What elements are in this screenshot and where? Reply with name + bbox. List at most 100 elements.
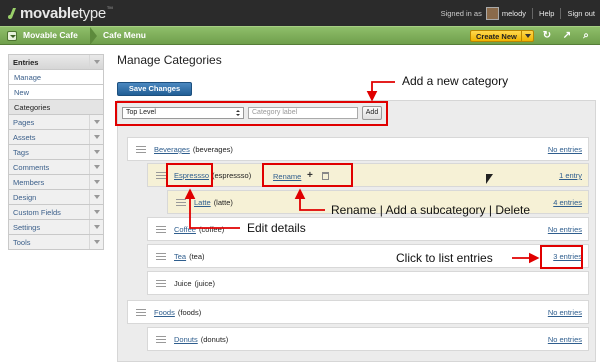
category-name: Juice [174,279,192,288]
category-row[interactable]: Donuts (donuts) No entries [147,327,589,351]
search-icon[interactable]: ⌕ [580,30,592,42]
entries-count-link[interactable]: No entries [548,308,582,317]
create-new-button[interactable]: Create New [470,30,534,42]
chevron-down-icon[interactable] [89,130,103,144]
entries-count-link[interactable]: 4 entries [553,198,582,207]
blog-name[interactable]: Movable Cafe [23,30,78,40]
view-site-icon[interactable]: ↗ [561,30,573,42]
entries-count-link[interactable]: 1 entry [559,171,582,180]
site-name[interactable]: Cafe Menu [103,30,146,40]
sidebar-subitem-label: Manage [14,73,42,82]
chevron-down-icon[interactable] [89,235,103,249]
sidebar-subitem-manage[interactable]: Manage [8,70,104,85]
breadcrumb-arrow-icon [90,27,97,45]
sidebar-item-assets[interactable]: Assets [8,130,104,145]
sidebar-item-settings[interactable]: Settings [8,220,104,235]
category-basename: (coffee) [198,225,225,234]
entries-count-link[interactable]: No entries [548,225,582,234]
category-basename: (beverages) [192,145,233,154]
drag-handle-icon[interactable] [156,226,166,233]
movabletype-logo[interactable]: movabletype TM [7,4,113,22]
signed-in-label: Signed in as [440,8,482,18]
chevron-down-icon[interactable] [89,175,103,189]
chevron-down-icon[interactable] [89,190,103,204]
entries-count-link[interactable]: No entries [548,145,582,154]
annotation-edit-details: Edit details [247,221,306,235]
sidebar: Entries Manage New Categories Pages Asse… [8,54,104,250]
category-row[interactable]: Espressso (espressso) 1 entry [147,163,589,187]
sidebar-item-design[interactable]: Design [8,190,104,205]
category-basename: (latte) [213,198,233,207]
sidebar-item-label: Tools [13,238,31,247]
sidebar-item-label: Members [13,178,45,187]
annotation-list-entries: Click to list entries [396,251,493,265]
chevron-down-icon[interactable] [89,55,103,69]
sidebar-item-tools[interactable]: Tools [8,235,104,250]
user-area: Signed in as melody Help Sign out [441,0,595,26]
refresh-icon[interactable]: ↻ [541,30,553,42]
help-link[interactable]: Help [539,9,554,18]
sidebar-item-comments[interactable]: Comments [8,160,104,175]
category-row[interactable]: Beverages (beverages) No entries [127,137,589,161]
category-name-link[interactable]: Tea [174,252,186,261]
divider [532,7,534,19]
logo-mark-icon [8,8,16,19]
annotation-add-category: Add a new category [402,74,509,88]
divider [560,7,562,19]
logo-text-light: type [78,4,106,22]
blog-switcher-chevron-icon[interactable] [7,31,17,41]
chevron-down-icon[interactable] [89,205,103,219]
chevron-down-icon[interactable] [89,115,103,129]
sidebar-subitem-label: New [14,88,30,97]
blog-bar: Movable Cafe Cafe Menu Create New ↻ ↗ ⌕ [0,26,600,45]
sidebar-item-custom-fields[interactable]: Custom Fields [8,205,104,220]
sidebar-subitem-categories[interactable]: Categories [8,100,104,115]
logo-trademark: TM [106,5,113,10]
drag-handle-icon[interactable] [156,336,166,343]
username-link[interactable]: melody [502,9,526,18]
category-row[interactable]: Coffee (coffee) No entries [147,217,589,241]
mouse-cursor-icon [486,174,493,184]
sidebar-item-pages[interactable]: Pages [8,115,104,130]
sidebar-subitem-new[interactable]: New [8,85,104,100]
page-title: Manage Categories [117,53,222,67]
drag-handle-icon[interactable] [176,199,186,206]
category-name-link[interactable]: Beverages [154,145,190,154]
category-row[interactable]: Tea (tea) 3 entries [147,244,589,268]
category-name-link[interactable]: Foods [154,308,175,317]
sidebar-item-label: Design [13,193,37,202]
create-new-label: Create New [476,32,517,41]
category-name-link[interactable]: Donuts [174,335,198,344]
category-name-link[interactable]: Latte [194,198,211,207]
chevron-down-icon[interactable] [89,145,103,159]
sidebar-item-label: Custom Fields [13,208,61,217]
sidebar-item-label: Settings [13,223,41,232]
drag-handle-icon[interactable] [136,146,146,153]
category-basename: (foods) [177,308,202,317]
sidebar-item-label: Entries [13,58,39,67]
drag-handle-icon[interactable] [156,172,166,179]
sign-out-link[interactable]: Sign out [567,9,595,18]
sidebar-item-label: Pages [13,118,35,127]
entries-count-link[interactable]: No entries [548,335,582,344]
chevron-down-icon[interactable] [521,31,533,41]
sidebar-item-members[interactable]: Members [8,175,104,190]
drag-handle-icon[interactable] [156,280,166,287]
logo-text-bold: movable [20,4,79,22]
callout-add-category [115,101,388,126]
sidebar-item-entries[interactable]: Entries [8,54,104,70]
category-row[interactable]: Juice (juice) [147,271,589,295]
category-row[interactable]: Foods (foods) No entries [127,300,589,324]
sidebar-item-label: Tags [13,148,29,157]
callout-list-entries [540,245,583,269]
chevron-down-icon[interactable] [89,220,103,234]
sidebar-item-tags[interactable]: Tags [8,145,104,160]
drag-handle-icon[interactable] [136,309,146,316]
category-name-link[interactable]: Coffee [174,225,196,234]
drag-handle-icon[interactable] [156,253,166,260]
chevron-down-icon[interactable] [89,160,103,174]
save-changes-button[interactable]: Save Changes [117,82,192,96]
category-basename: (tea) [189,252,205,261]
sidebar-item-label: Assets [13,133,36,142]
avatar[interactable] [485,6,499,20]
